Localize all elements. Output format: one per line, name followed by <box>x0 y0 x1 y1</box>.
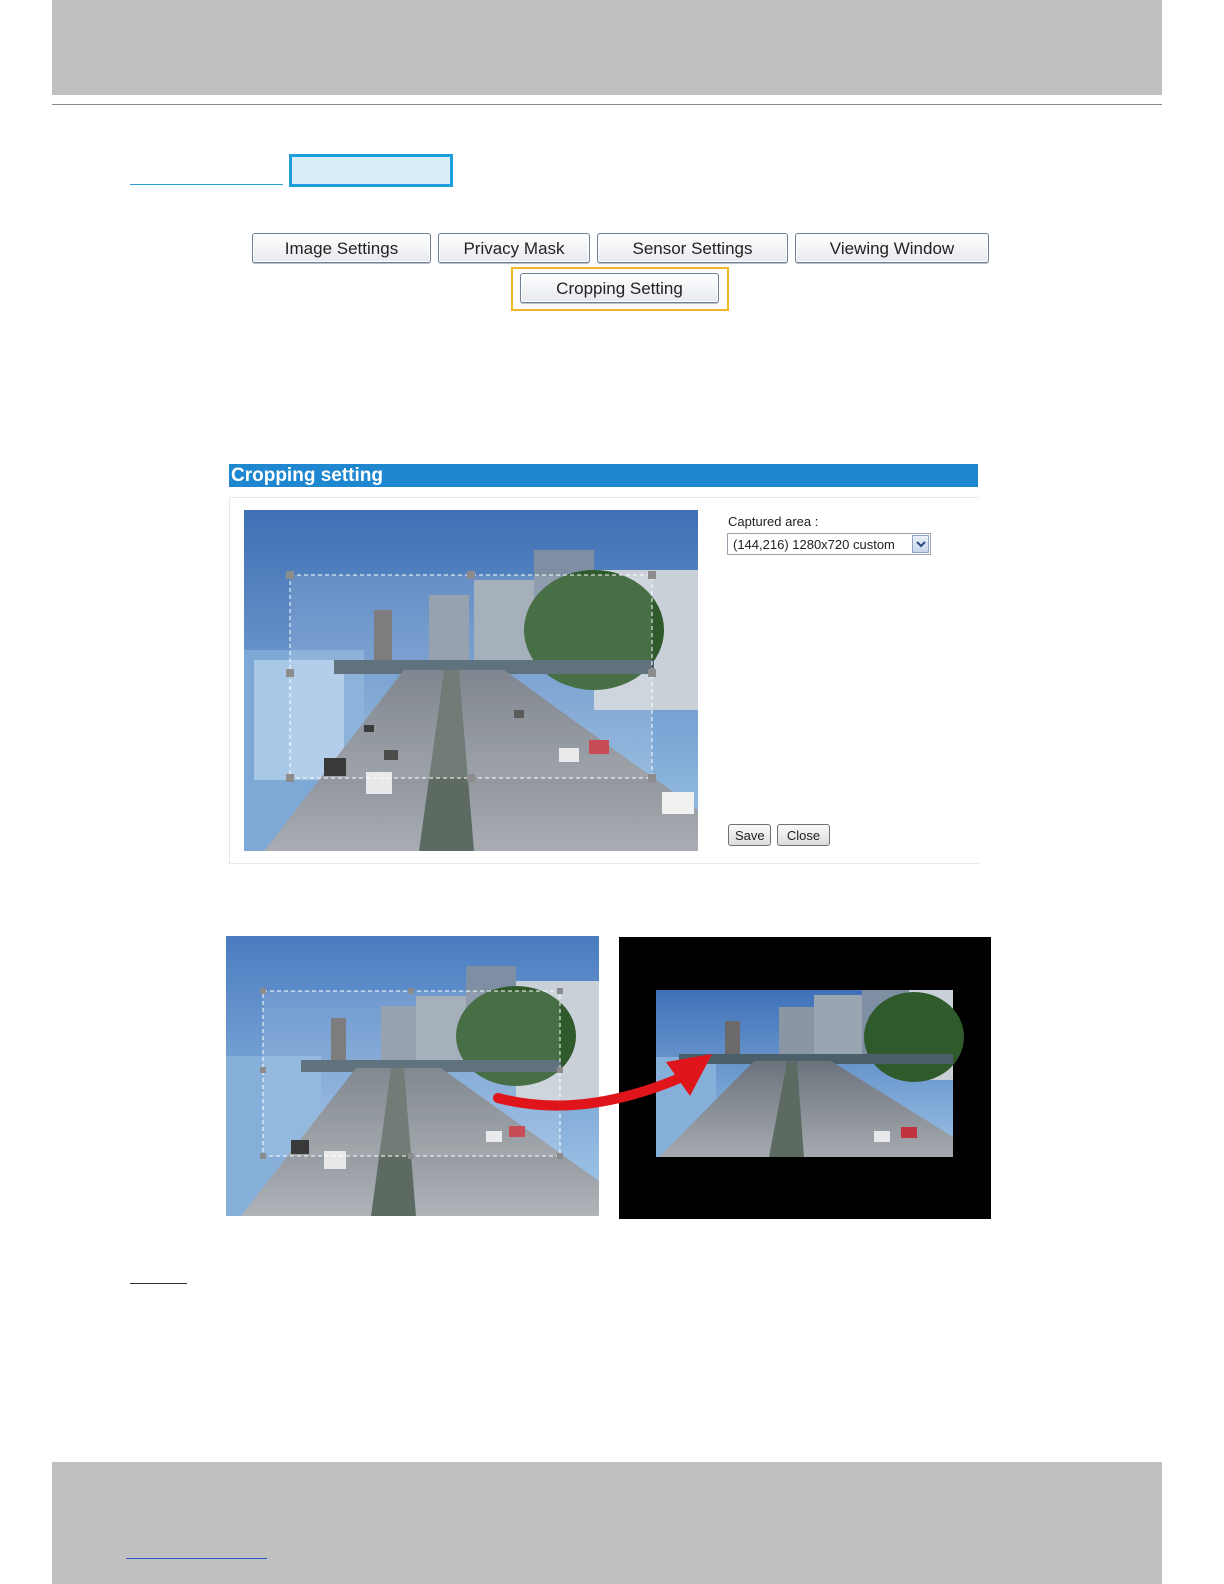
header-divider <box>52 104 1162 105</box>
captured-area-value: (144,216) 1280x720 custom <box>733 537 895 552</box>
privacy-mask-button[interactable]: Privacy Mask <box>438 233 590 263</box>
crop-transition-arrow-icon <box>493 1054 712 1111</box>
panel-title: Cropping setting <box>231 465 383 486</box>
section-title-highlight <box>289 154 453 187</box>
camera-preview[interactable] <box>244 510 698 851</box>
image-settings-button[interactable]: Image Settings <box>252 233 431 263</box>
save-button[interactable]: Save <box>728 824 771 846</box>
chevron-down-icon[interactable] <box>912 535 929 553</box>
cropping-setting-button[interactable]: Cropping Setting <box>520 273 719 303</box>
captured-area-label: Captured area : <box>728 514 819 529</box>
close-button[interactable]: Close <box>777 824 830 846</box>
section-title-underline <box>130 184 283 185</box>
sensor-settings-button[interactable]: Sensor Settings <box>597 233 788 263</box>
viewing-window-button[interactable]: Viewing Window <box>795 233 989 263</box>
footer-link-underline <box>126 1558 267 1559</box>
note-underline <box>130 1283 187 1284</box>
captured-area-select[interactable]: (144,216) 1280x720 custom <box>727 533 931 555</box>
page-footer-band <box>52 1462 1162 1584</box>
page-header-band <box>52 0 1162 95</box>
